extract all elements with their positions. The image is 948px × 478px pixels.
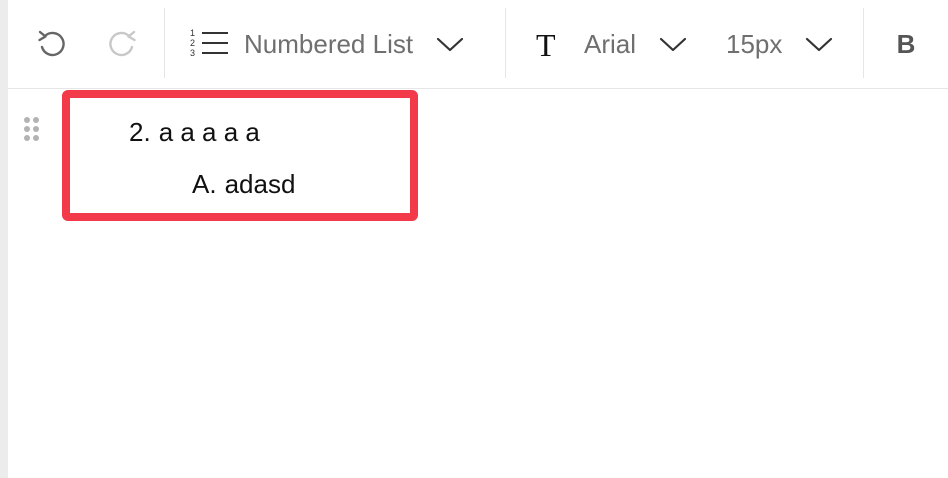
chevron-down-icon	[806, 37, 833, 52]
editor-app: 1 2 3 Numbered List T Arial 15px B 2. a …	[8, 0, 948, 478]
list-type-dropdown[interactable]: 1 2 3 Numbered List	[188, 0, 488, 88]
redo-icon	[109, 30, 136, 57]
toolbar-divider	[863, 8, 864, 78]
drag-handle-icon[interactable]	[22, 115, 42, 145]
list-marker: A.	[192, 169, 217, 199]
list-item[interactable]: 2. a a a a a	[129, 117, 260, 148]
list-marker: 2.	[129, 117, 151, 147]
svg-text:3: 3	[190, 48, 195, 58]
font-family-dropdown[interactable]: T Arial	[534, 0, 704, 88]
list-item-text: adasd	[224, 169, 296, 199]
editor-content[interactable]: 2. a a a a a A. adasd	[8, 89, 948, 478]
chevron-down-icon	[436, 37, 464, 52]
font-size-label: 15px	[726, 28, 783, 59]
list-item-text: a a a a a	[158, 117, 260, 147]
undo-icon	[38, 30, 65, 57]
text-type-icon: T	[536, 27, 556, 61]
svg-text:T: T	[536, 27, 556, 61]
bold-button[interactable]: B	[886, 0, 926, 88]
undo-button[interactable]	[30, 0, 74, 88]
toolbar: 1 2 3 Numbered List T Arial 15px B	[8, 0, 948, 89]
redo-button[interactable]	[100, 0, 144, 88]
list-item[interactable]: A. adasd	[192, 169, 295, 200]
svg-text:2: 2	[190, 38, 195, 48]
numbered-list-icon: 1 2 3	[190, 28, 228, 58]
toolbar-divider	[164, 8, 165, 78]
bold-label: B	[896, 28, 916, 59]
chevron-down-icon	[659, 37, 687, 52]
font-size-dropdown[interactable]: 15px	[726, 0, 846, 88]
highlight-box	[62, 90, 418, 221]
font-family-label: Arial	[584, 28, 637, 59]
svg-text:1: 1	[190, 28, 195, 38]
toolbar-divider	[505, 8, 506, 78]
list-type-label: Numbered List	[244, 28, 414, 59]
